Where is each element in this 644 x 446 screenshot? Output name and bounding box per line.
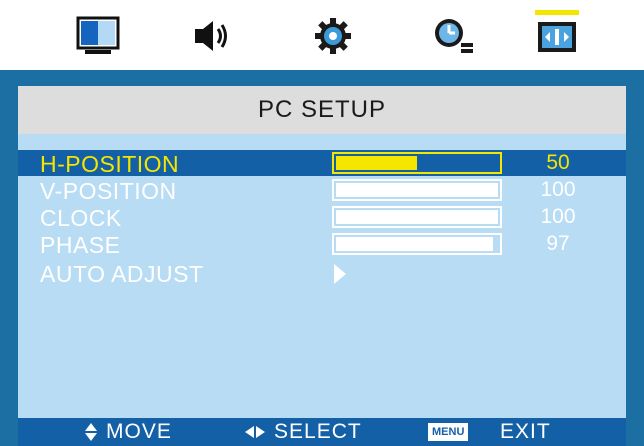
setting-label: AUTO ADJUST (40, 261, 204, 287)
slider-fill (336, 210, 498, 224)
setting-label: V-POSITION (40, 178, 177, 204)
help-select: SELECT (244, 420, 362, 444)
help-move: MOVE (84, 420, 172, 444)
pc-setup-icon (538, 22, 576, 52)
h-position-slider[interactable] (332, 152, 502, 174)
setting-value: 97 (546, 232, 570, 255)
tab-pc-setup[interactable] (527, 10, 587, 62)
osd-menu: PC SETUP H-POSITION 50 V-POSITION 100 CL… (0, 70, 644, 446)
setting-v-position[interactable]: V-POSITION 100 (18, 177, 626, 204)
setting-h-position[interactable]: H-POSITION 50 (18, 150, 626, 177)
setting-value: 100 (540, 205, 576, 228)
menu-tab-bar (0, 0, 644, 70)
left-right-arrow-icon (245, 426, 265, 438)
title-bar: PC SETUP (18, 86, 626, 134)
tab-timer[interactable] (424, 10, 484, 62)
slider-fill (336, 183, 498, 197)
menu-key-badge: MENU (428, 423, 469, 441)
tab-audio[interactable] (181, 10, 241, 62)
active-tab-indicator (535, 10, 579, 15)
setting-clock[interactable]: CLOCK 100 (18, 204, 626, 231)
setting-label: CLOCK (40, 205, 122, 231)
phase-slider[interactable] (332, 233, 502, 255)
setting-label: H-POSITION (40, 151, 180, 177)
up-down-arrow-icon (85, 423, 97, 441)
monitor-icon (76, 16, 120, 54)
help-bar: MOVE SELECT MENU EXIT (18, 418, 626, 446)
tab-options[interactable] (303, 10, 363, 62)
settings-panel: H-POSITION 50 V-POSITION 100 CLOCK 100 P… (18, 134, 626, 418)
help-select-label: SELECT (274, 420, 362, 443)
clock-slider[interactable] (332, 206, 502, 228)
slider-fill (336, 156, 417, 170)
setting-label: PHASE (40, 232, 121, 258)
clock-icon (435, 19, 473, 53)
setting-auto-adjust[interactable]: AUTO ADJUST (18, 260, 626, 287)
setting-phase[interactable]: PHASE 97 (18, 231, 626, 258)
speaker-icon (195, 21, 227, 51)
v-position-slider[interactable] (332, 179, 502, 201)
setting-value: 50 (546, 151, 570, 174)
page-title: PC SETUP (257, 96, 387, 123)
slider-fill (336, 237, 493, 251)
help-exit-label: EXIT (500, 420, 551, 443)
setting-value: 100 (540, 178, 576, 201)
help-move-label: MOVE (106, 420, 172, 443)
arrow-right-icon[interactable] (334, 264, 346, 284)
tab-picture[interactable] (68, 10, 128, 62)
gear-icon (315, 18, 351, 54)
